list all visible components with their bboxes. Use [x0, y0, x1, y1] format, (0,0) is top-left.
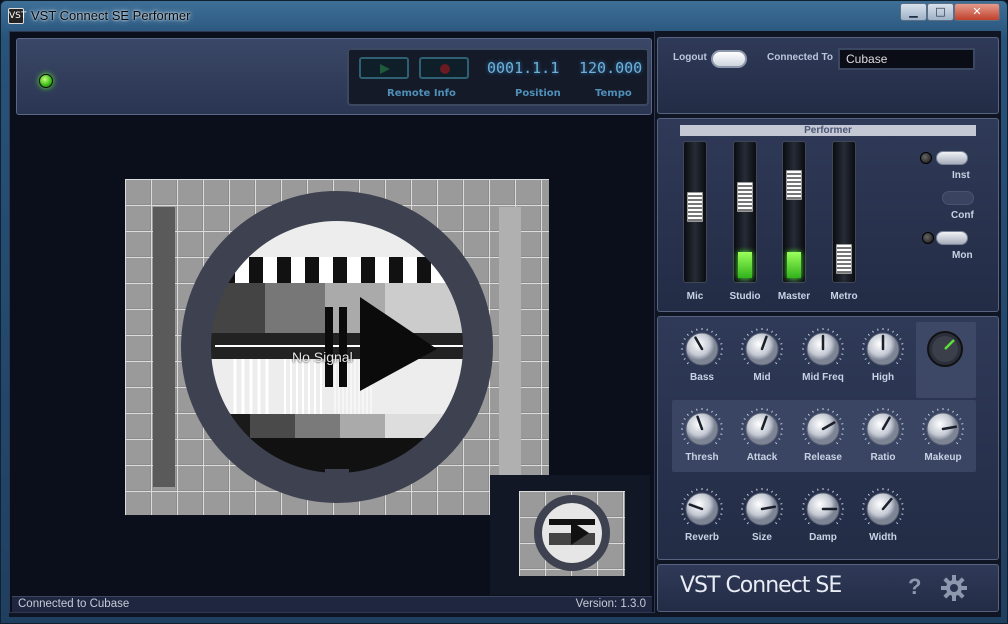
preview-test-card: [519, 491, 625, 576]
mid-freq-knob[interactable]: [801, 327, 845, 371]
metro-label: Metro: [830, 291, 858, 302]
play-button[interactable]: [359, 57, 409, 79]
video-panel: 0001.1.1 120.000 Remote Info Position Te…: [9, 31, 655, 613]
status-bar: Connected to Cubase Version: 1.3.0: [12, 596, 652, 612]
title-bar[interactable]: VST VST Connect SE Performer ▁ □ ✕: [1, 1, 1007, 31]
level-meter: [738, 252, 752, 278]
logout-toggle[interactable]: [711, 50, 747, 68]
mic-label: Mic: [686, 291, 704, 302]
brand-panel: VST Connect SE ?: [657, 564, 999, 612]
release-knob[interactable]: [801, 407, 845, 451]
conf-label: Conf: [951, 210, 974, 221]
width-label: Width: [869, 532, 897, 543]
window-title: VST Connect SE Performer: [31, 8, 191, 23]
attack-label: Attack: [746, 452, 778, 463]
performer-panel: Performer Mic Studio Master Metro Inst C…: [657, 118, 999, 312]
test-card-video: [125, 179, 549, 515]
record-icon: [440, 64, 450, 74]
reverb-label: Reverb: [685, 532, 719, 543]
fader-handle[interactable]: [737, 182, 753, 212]
ratio-knob[interactable]: [861, 407, 905, 451]
fader-handle[interactable]: [836, 244, 852, 274]
transport-strip: 0001.1.1 120.000 Remote Info Position Te…: [16, 38, 652, 115]
mid-label: Mid: [753, 372, 771, 383]
metro-fader[interactable]: [832, 141, 856, 283]
level-meter: [787, 252, 801, 278]
ratio-label: Ratio: [870, 452, 896, 463]
inst-label: Inst: [952, 170, 970, 181]
position-label: Position: [515, 88, 561, 99]
app-icon: VST: [8, 8, 26, 24]
bass-label: Bass: [690, 372, 714, 383]
makeup-label: Makeup: [924, 452, 962, 463]
version-label: Version: 1.3.0: [575, 598, 646, 610]
high-label: High: [871, 372, 895, 383]
effects-panel: Bass Mid Mid Freq High Thresh Attack Release Ra…: [657, 316, 999, 560]
reverb-knob[interactable]: [680, 487, 724, 531]
connection-led: [39, 74, 53, 88]
fader-handle[interactable]: [786, 170, 802, 200]
product-logo: VST Connect SE: [680, 573, 842, 598]
gear-icon[interactable]: [941, 575, 967, 601]
mid-knob[interactable]: [740, 327, 784, 371]
mon-toggle[interactable]: [936, 231, 968, 245]
performer-header: Performer: [680, 125, 976, 136]
mic-fader[interactable]: [683, 141, 707, 283]
login-panel: Logout Connected To Cubase: [657, 37, 999, 114]
fader-handle[interactable]: [687, 192, 703, 222]
minimize-button[interactable]: ▁: [900, 3, 927, 21]
green-accent-knob[interactable]: [923, 327, 967, 371]
no-signal-text: No Signal: [292, 349, 353, 365]
close-button[interactable]: ✕: [954, 3, 1000, 21]
play-icon: [380, 64, 390, 74]
size-knob[interactable]: [740, 487, 784, 531]
mon-label: Mon: [952, 250, 973, 261]
connected-to-field[interactable]: Cubase: [838, 48, 975, 70]
attack-knob[interactable]: [740, 407, 784, 451]
width-knob[interactable]: [861, 487, 905, 531]
size-label: Size: [751, 532, 772, 543]
connection-status: Connected to Cubase: [18, 598, 130, 610]
thresh-label: Thresh: [685, 452, 719, 463]
inst-toggle[interactable]: [936, 151, 968, 165]
logout-label: Logout: [673, 52, 707, 63]
master-fader[interactable]: [782, 141, 806, 283]
studio-label: Studio: [729, 291, 761, 302]
tempo-readout: 120.000: [579, 59, 643, 77]
thresh-knob[interactable]: [680, 407, 724, 451]
record-button[interactable]: [419, 57, 469, 79]
high-knob[interactable]: [861, 327, 905, 371]
self-view-preview: [490, 475, 650, 595]
transport-display: 0001.1.1 120.000 Remote Info Position Te…: [347, 48, 649, 106]
release-label: Release: [804, 452, 842, 463]
client-area: 0001.1.1 120.000 Remote Info Position Te…: [9, 31, 1001, 617]
mon-led: [922, 232, 934, 244]
damp-label: Damp: [809, 532, 837, 543]
damp-knob[interactable]: [801, 487, 845, 531]
position-readout: 0001.1.1: [487, 59, 560, 77]
inst-led: [920, 152, 932, 164]
remote-info-label: Remote Info: [387, 88, 456, 99]
app-window: VST VST Connect SE Performer ▁ □ ✕ 0001.…: [0, 0, 1008, 624]
tempo-label: Tempo: [595, 88, 632, 99]
master-label: Master: [777, 291, 811, 302]
conf-toggle[interactable]: [942, 191, 974, 205]
makeup-knob[interactable]: [921, 407, 965, 451]
connected-to-label: Connected To: [767, 52, 833, 63]
studio-fader[interactable]: [733, 141, 757, 283]
bass-knob[interactable]: [680, 327, 724, 371]
help-icon[interactable]: ?: [908, 574, 921, 600]
mid-freq-label: Mid Freq: [802, 372, 844, 383]
maximize-button[interactable]: □: [927, 3, 954, 21]
